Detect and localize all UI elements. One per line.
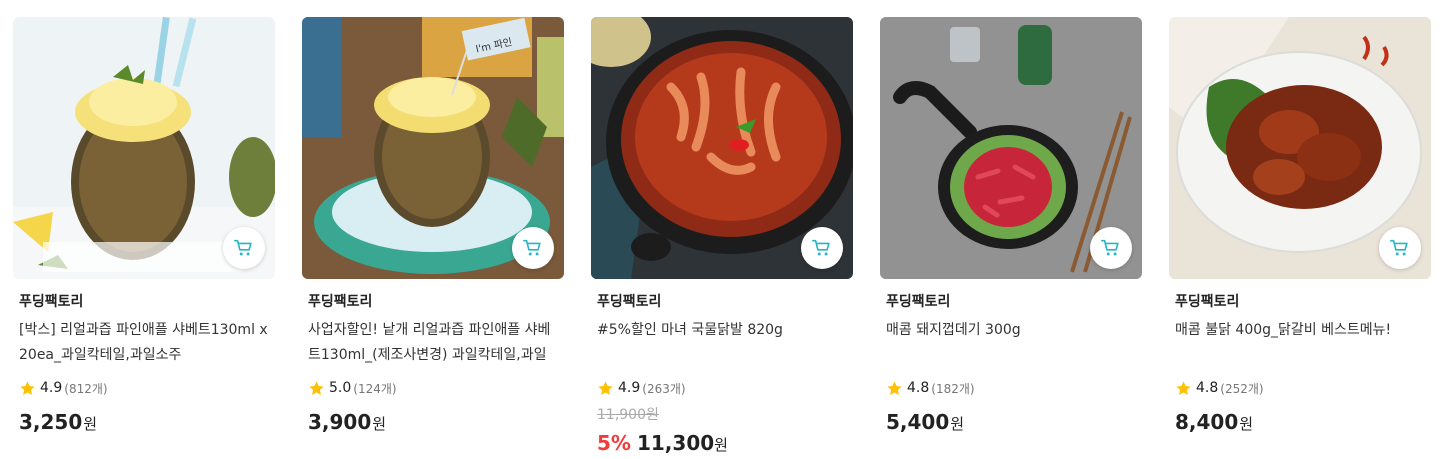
price: 8,400원 [1175, 408, 1425, 436]
currency-unit: 원 [372, 415, 387, 433]
product-card[interactable]: I'm 파인 푸딩팩토리 사업자할인! 낱개 리얼과즙 파인애플 샤베트130m… [302, 17, 564, 457]
star-icon [598, 380, 613, 395]
price: 3,250원 [19, 408, 269, 436]
product-image[interactable] [13, 17, 275, 279]
star-icon [20, 380, 35, 395]
rating: 5.0 (124개) [308, 378, 558, 398]
product-title[interactable]: [박스] 리얼과즙 파인애플 샤베트130ml x 20ea_과일칵테일,과일소… [19, 318, 269, 368]
product-image[interactable] [591, 17, 853, 279]
add-to-cart-button[interactable] [223, 227, 265, 269]
cart-icon [523, 239, 541, 256]
product-title[interactable]: 매콤 불닭 400g_닭갈비 베스트메뉴! [1175, 318, 1425, 368]
brand-name: 푸딩팩토리 [597, 294, 662, 310]
currency-unit: 원 [83, 415, 98, 433]
star-icon [887, 380, 902, 395]
product-title[interactable]: 사업자할인! 낱개 리얼과즙 파인애플 샤베트130ml_(제조사변경) 과일칵… [308, 318, 558, 368]
price-value: 3,900 [308, 410, 372, 434]
product-grid: 푸딩팩토리 [박스] 리얼과즙 파인애플 샤베트130ml x 20ea_과일칵… [13, 17, 1431, 457]
brand-name: 푸딩팩토리 [1175, 294, 1240, 310]
star-icon [309, 380, 324, 395]
product-image[interactable]: I'm 파인 [302, 17, 564, 279]
rating: 4.8 (182개) [886, 378, 1136, 398]
price: 3,900원 [308, 408, 558, 436]
brand-name: 푸딩팩토리 [19, 294, 84, 310]
review-count: (182개) [931, 381, 975, 396]
star-icon [1176, 380, 1191, 395]
discount-rate: 5% [597, 431, 631, 455]
sale-price: 5% 11,300원 [597, 429, 847, 457]
price-value: 11,300 [636, 431, 715, 455]
review-count: (812개) [64, 381, 108, 396]
brand-name: 푸딩팩토리 [886, 294, 951, 310]
rating-score: 4.9 [40, 380, 63, 396]
product-card[interactable]: 푸딩팩토리 매콤 돼지껍데기 300g 4.8 (182개) 5,400원 [880, 17, 1142, 457]
product-title[interactable]: #5%할인 마녀 국물닭발 820g [597, 318, 847, 368]
product-title[interactable]: 매콤 돼지껍데기 300g [886, 318, 1136, 368]
add-to-cart-button[interactable] [1379, 227, 1421, 269]
cart-icon [234, 239, 252, 256]
price-value: 8,400 [1175, 410, 1239, 434]
rating: 4.8 (252개) [1175, 378, 1425, 398]
rating-score: 4.9 [618, 380, 641, 396]
brand-name: 푸딩팩토리 [308, 294, 373, 310]
product-image[interactable] [880, 17, 1142, 279]
rating-score: 5.0 [329, 380, 352, 396]
product-card[interactable]: 푸딩팩토리 [박스] 리얼과즙 파인애플 샤베트130ml x 20ea_과일칵… [13, 17, 275, 457]
rating-score: 4.8 [907, 380, 930, 396]
add-to-cart-button[interactable] [512, 227, 554, 269]
rating-score: 4.8 [1196, 380, 1219, 396]
review-count: (252개) [1220, 381, 1264, 396]
currency-unit: 원 [1239, 415, 1254, 433]
original-price: 11,900원 [597, 407, 659, 423]
review-count: (263개) [642, 381, 686, 396]
cart-icon [812, 239, 830, 256]
price: 5,400원 [886, 408, 1136, 436]
product-card[interactable]: 푸딩팩토리 #5%할인 마녀 국물닭발 820g 4.9 (263개) 11,9… [591, 17, 853, 457]
currency-unit: 원 [950, 415, 965, 433]
review-count: (124개) [353, 381, 397, 396]
cart-icon [1390, 239, 1408, 256]
price-value: 3,250 [19, 410, 83, 434]
product-image[interactable] [1169, 17, 1431, 279]
currency-unit: 원 [714, 436, 728, 454]
price-value: 5,400 [886, 410, 950, 434]
product-card[interactable]: 푸딩팩토리 매콤 불닭 400g_닭갈비 베스트메뉴! 4.8 (252개) 8… [1169, 17, 1431, 457]
add-to-cart-button[interactable] [801, 227, 843, 269]
rating: 4.9 (812개) [19, 378, 269, 398]
rating: 4.9 (263개) [597, 378, 847, 398]
add-to-cart-button[interactable] [1090, 227, 1132, 269]
cart-icon [1101, 239, 1119, 256]
